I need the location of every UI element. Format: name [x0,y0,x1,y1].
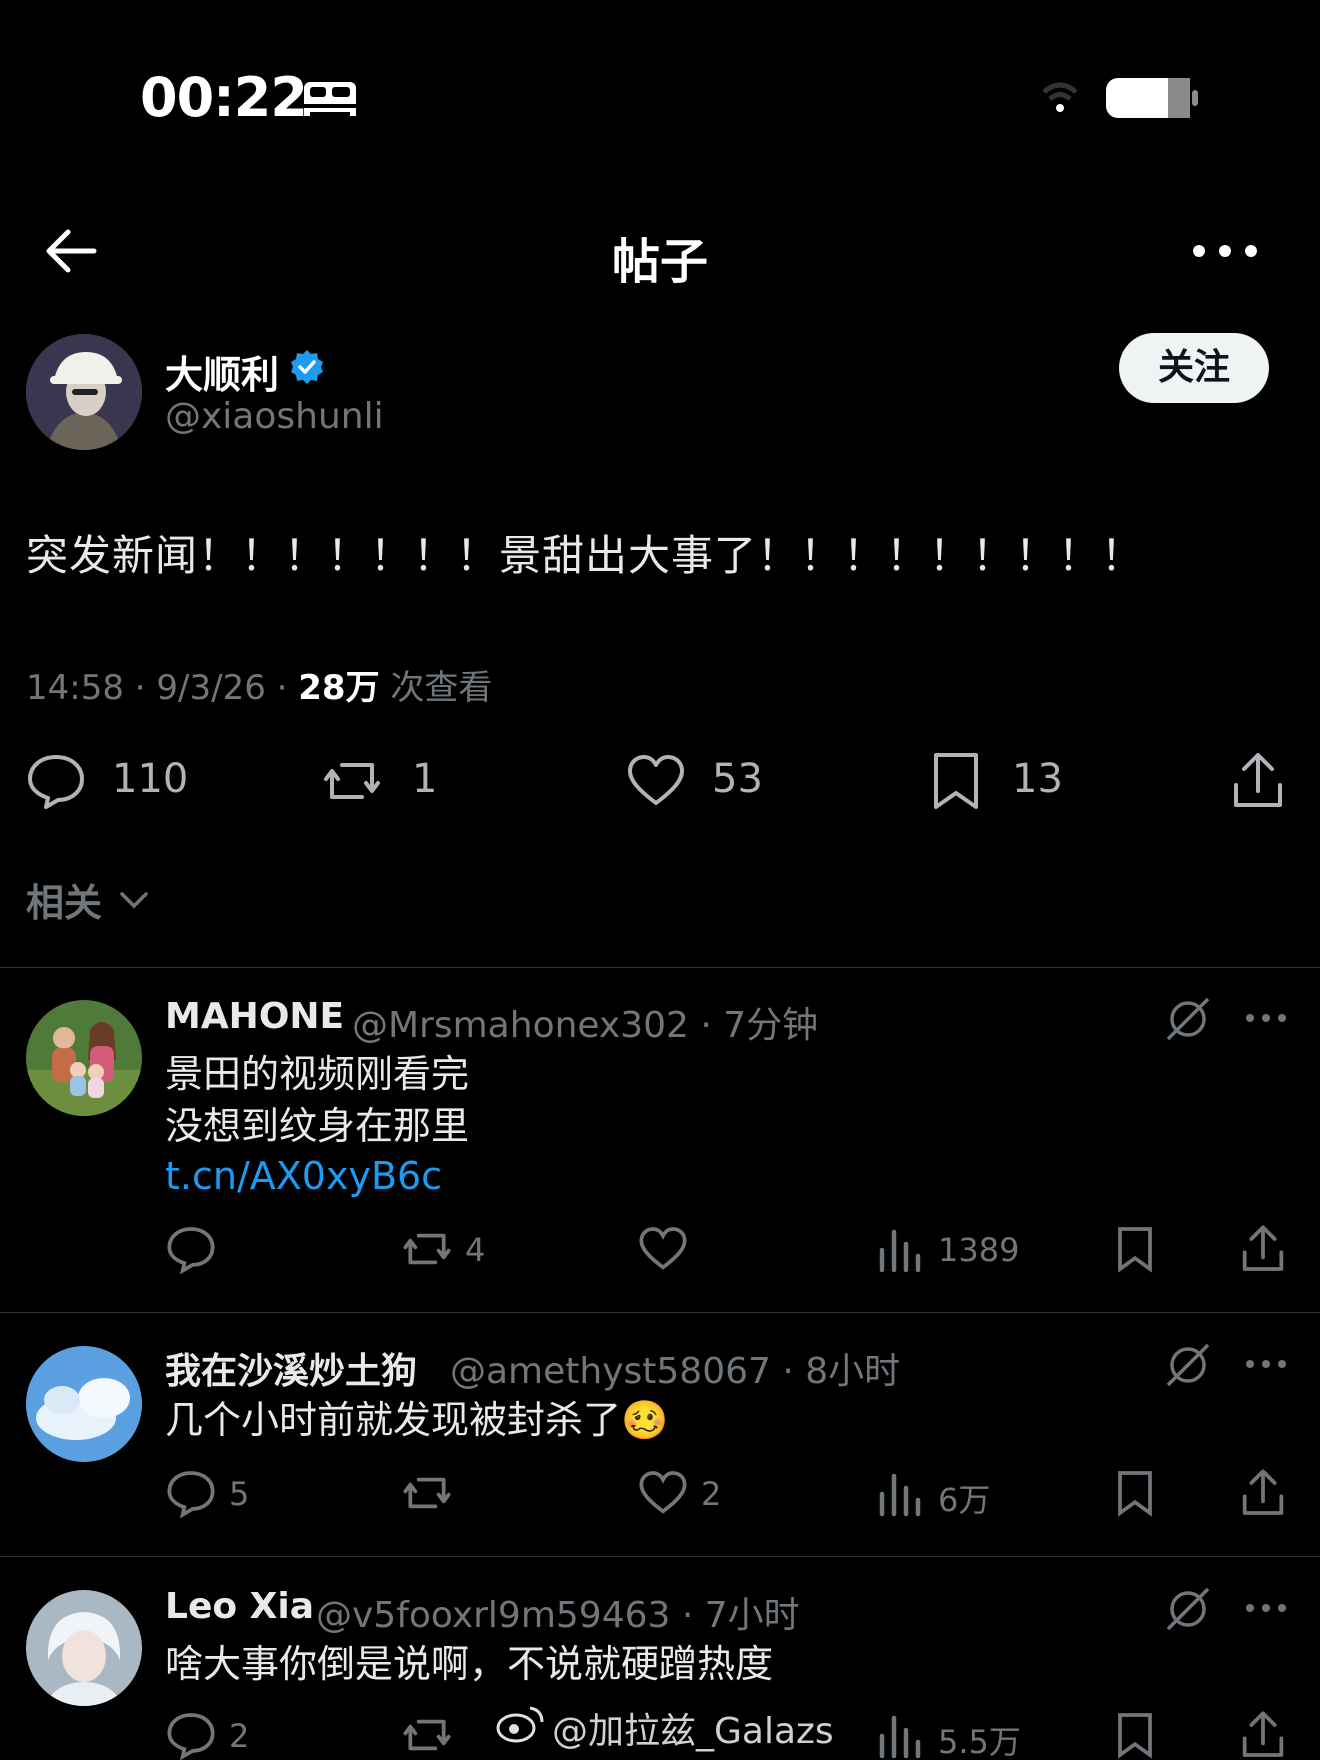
reply-handle-time: @Mrsmahonex302 · 7分钟 [352,996,818,1048]
reply-handle-time: @v5fooxrl9m59463 · 7小时 [316,1586,800,1638]
view-count: 6万 [938,1481,991,1519]
reply-link[interactable]: t.cn/AX0xyB6c [165,1154,442,1198]
grok-icon[interactable] [1164,1341,1212,1389]
reply-icon[interactable] [166,1224,216,1274]
reply-count: 5 [229,1475,250,1513]
views-chart-icon[interactable] [876,1468,926,1518]
reply-handle[interactable]: @amethyst58067 [450,1351,771,1392]
bookmark-icon[interactable] [1110,1468,1160,1518]
bookmark-icon[interactable] [926,751,986,811]
chevron-down-icon[interactable] [116,882,152,918]
post-views-label: 次查看 [379,668,493,708]
more-options-icon[interactable] [1190,238,1260,264]
reply-text-line: 几个小时前就发现被封杀了🥴 [165,1394,668,1446]
repost-count: 4 [465,1231,486,1269]
verified-badge-icon [291,350,323,384]
repost-icon[interactable] [322,751,382,811]
repost-icon[interactable] [402,1468,452,1518]
view-count: 1389 [938,1231,1020,1269]
share-icon[interactable] [1228,751,1288,811]
wifi-icon [1042,82,1078,112]
reply-icon[interactable] [26,751,86,811]
reply-text-line: 景田的视频刚看完 [165,1052,470,1096]
follow-button[interactable]: 关注 [1119,333,1269,403]
author-avatar[interactable] [26,334,142,450]
share-icon[interactable] [1238,1468,1288,1518]
reply-avatar[interactable] [26,1590,142,1706]
reply-text-line: 啥大事你倒是说啊，不说就硬蹭热度 [165,1642,774,1686]
grok-icon[interactable] [1164,995,1212,1043]
reply-time: · 7小时 [681,1595,800,1636]
reply-count: 2 [229,1717,250,1755]
more-options-icon[interactable] [1244,1354,1288,1374]
reply-count: 110 [112,756,189,802]
reply-text-line: 没想到纹身在那里 [165,1104,470,1148]
reply-text: 几个小时前就发现被封杀了 [165,1398,622,1442]
post-time: 14:58 · 9/3/26 · [26,668,299,708]
reply-handle[interactable]: @v5fooxrl9m59463 [316,1595,670,1636]
views-chart-icon[interactable] [876,1710,926,1760]
author-handle[interactable]: @xiaoshunli [165,396,384,437]
reply-avatar[interactable] [26,1346,142,1462]
reply-time: · 7分钟 [700,1005,819,1046]
view-count: 5.5万 [938,1723,1021,1760]
reply-author-name[interactable]: Leo Xia [165,1586,314,1627]
weibo-logo-icon [496,1706,544,1743]
reply-handle[interactable]: @Mrsmahonex302 [352,1005,689,1046]
share-icon[interactable] [1238,1710,1288,1760]
watermark-text: @加拉兹_Galazs [552,1711,834,1752]
bookmark-icon[interactable] [1110,1224,1160,1274]
status-time: 00:22 [140,66,308,129]
post-timestamp: 14:58 · 9/3/26 · 28万 次查看 [26,660,492,709]
page-title: 帖子 [611,234,708,290]
repost-icon[interactable] [402,1710,452,1760]
repost-icon[interactable] [402,1224,452,1274]
divider [0,967,1320,968]
like-count: 2 [701,1475,722,1513]
post-views-count: 28万 [298,668,380,708]
like-heart-icon[interactable] [638,1468,688,1518]
reply-icon[interactable] [166,1468,216,1518]
more-options-icon[interactable] [1244,1008,1288,1028]
related-label[interactable]: 相关 [26,872,102,927]
battery-icon [1106,78,1198,118]
reply-avatar[interactable] [26,1000,142,1116]
reply-icon[interactable] [166,1710,216,1760]
sleep-focus-icon [304,82,356,116]
more-options-icon[interactable] [1244,1598,1288,1618]
divider [0,1556,1320,1557]
woozy-face-emoji: 🥴 [621,1398,669,1442]
author-name[interactable]: 大顺利 [165,344,279,399]
bookmark-count: 13 [1012,756,1063,802]
like-heart-icon[interactable] [638,1224,688,1274]
reply-handle-time: @amethyst58067 · 8小时 [450,1342,900,1394]
views-chart-icon[interactable] [876,1224,926,1274]
reply-time: · 8小时 [782,1351,901,1392]
reply-author-name[interactable]: 我在沙溪炒土狗 [165,1342,417,1394]
like-heart-icon[interactable] [626,751,686,811]
divider [0,1312,1320,1313]
like-count: 53 [712,756,763,802]
grok-icon[interactable] [1164,1585,1212,1633]
reply-author-name[interactable]: MAHONE [165,996,344,1037]
share-icon[interactable] [1238,1224,1288,1274]
bookmark-icon[interactable] [1110,1710,1160,1760]
post-text: 突发新闻！！！！！！！景甜出大事了！！！！！！！！！ [26,531,1145,580]
repost-count: 1 [412,756,438,802]
